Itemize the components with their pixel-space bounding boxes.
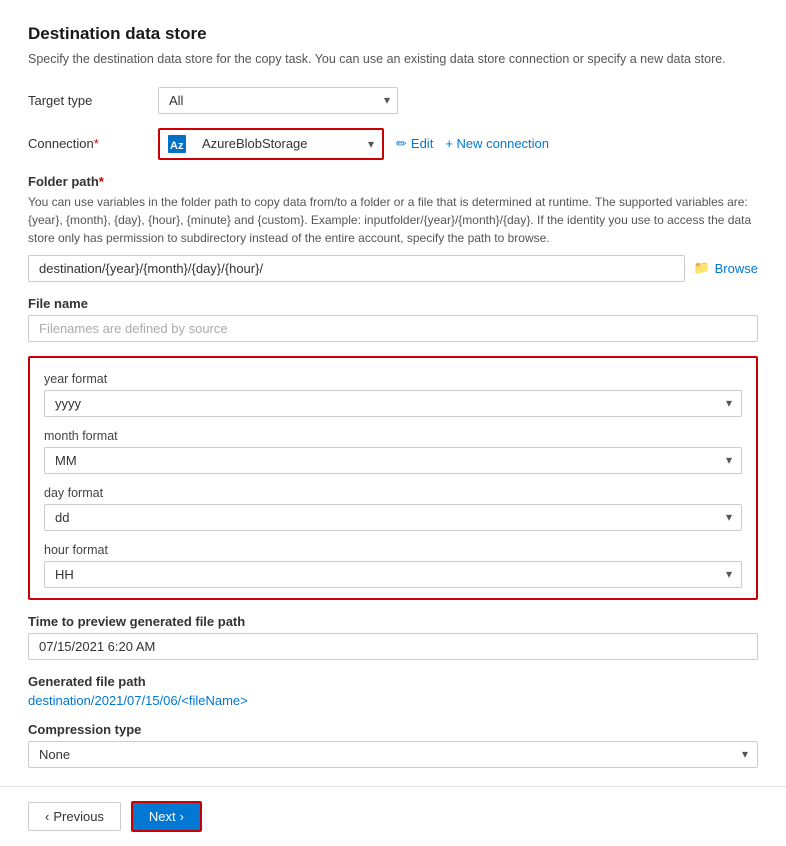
compression-label: Compression type [28,722,758,737]
file-name-input[interactable] [28,315,758,342]
year-format-select-wrapper: yyyy ▾ [44,390,742,417]
hour-format-select-wrapper: HH ▾ [44,561,742,588]
month-format-label: month format [44,429,742,443]
generated-label: Generated file path [28,674,758,689]
preview-section: Time to preview generated file path [28,614,758,660]
compression-select[interactable]: None [28,741,758,768]
generated-path: destination/2021/07/15/06/<fileName> [28,693,758,708]
month-format-select[interactable]: MM [44,447,742,474]
month-format-row: month format MM ▾ [44,429,742,474]
browse-folder-icon: 📁 [693,260,709,276]
compression-section: Compression type None ▾ [28,722,758,768]
target-type-label: Target type [28,93,158,108]
folder-path-input[interactable] [28,255,685,282]
browse-button[interactable]: 📁 Browse [693,260,758,276]
file-name-section: File name [28,296,758,342]
year-format-label: year format [44,372,742,386]
folder-path-label: Folder path* [28,174,758,189]
blob-storage-icon: Az [160,130,192,158]
day-format-select[interactable]: dd [44,504,742,531]
hour-format-label: hour format [44,543,742,557]
connection-label: Connection* [28,136,158,151]
year-format-row: year format yyyy ▾ [44,372,742,417]
file-name-label: File name [28,296,758,311]
new-connection-link[interactable]: + New connection [445,136,549,151]
svg-text:Az: Az [170,140,184,152]
preview-input[interactable] [28,633,758,660]
day-format-label: day format [44,486,742,500]
next-chevron-icon: › [180,809,184,824]
connection-select-wrapper: Az AzureBlobStorage ▾ [158,128,384,160]
page-title: Destination data store [28,24,758,44]
day-format-row: day format dd ▾ [44,486,742,531]
folder-path-input-row: 📁 Browse [28,255,758,282]
target-type-select[interactable]: All [158,87,398,114]
edit-link[interactable]: ✏ Edit [396,136,433,152]
connection-actions: ✏ Edit + New connection [396,136,549,152]
previous-chevron-icon: ‹ [45,809,49,824]
next-button[interactable]: Next › [131,801,202,832]
preview-label: Time to preview generated file path [28,614,758,629]
edit-icon: ✏ [396,136,407,152]
target-type-select-wrapper: All ▾ [158,87,398,114]
hour-format-row: hour format HH ▾ [44,543,742,588]
year-format-select[interactable]: yyyy [44,390,742,417]
day-format-select-wrapper: dd ▾ [44,504,742,531]
generated-section: Generated file path destination/2021/07/… [28,674,758,708]
page-description: Specify the destination data store for t… [28,50,758,69]
month-format-select-wrapper: MM ▾ [44,447,742,474]
folder-path-section: Folder path* You can use variables in th… [28,174,758,282]
folder-path-description: You can use variables in the folder path… [28,193,758,247]
previous-button[interactable]: ‹ Previous [28,802,121,831]
hour-format-select[interactable]: HH [44,561,742,588]
connection-row: Connection* Az AzureBlobStorage ▾ ✏ Edit… [28,128,758,160]
connection-select[interactable]: AzureBlobStorage [192,131,382,156]
compression-select-wrapper: None ▾ [28,741,758,768]
footer-bar: ‹ Previous Next › [0,786,786,846]
format-section: year format yyyy ▾ month format MM ▾ day… [28,356,758,600]
target-type-row: Target type All ▾ [28,87,758,114]
